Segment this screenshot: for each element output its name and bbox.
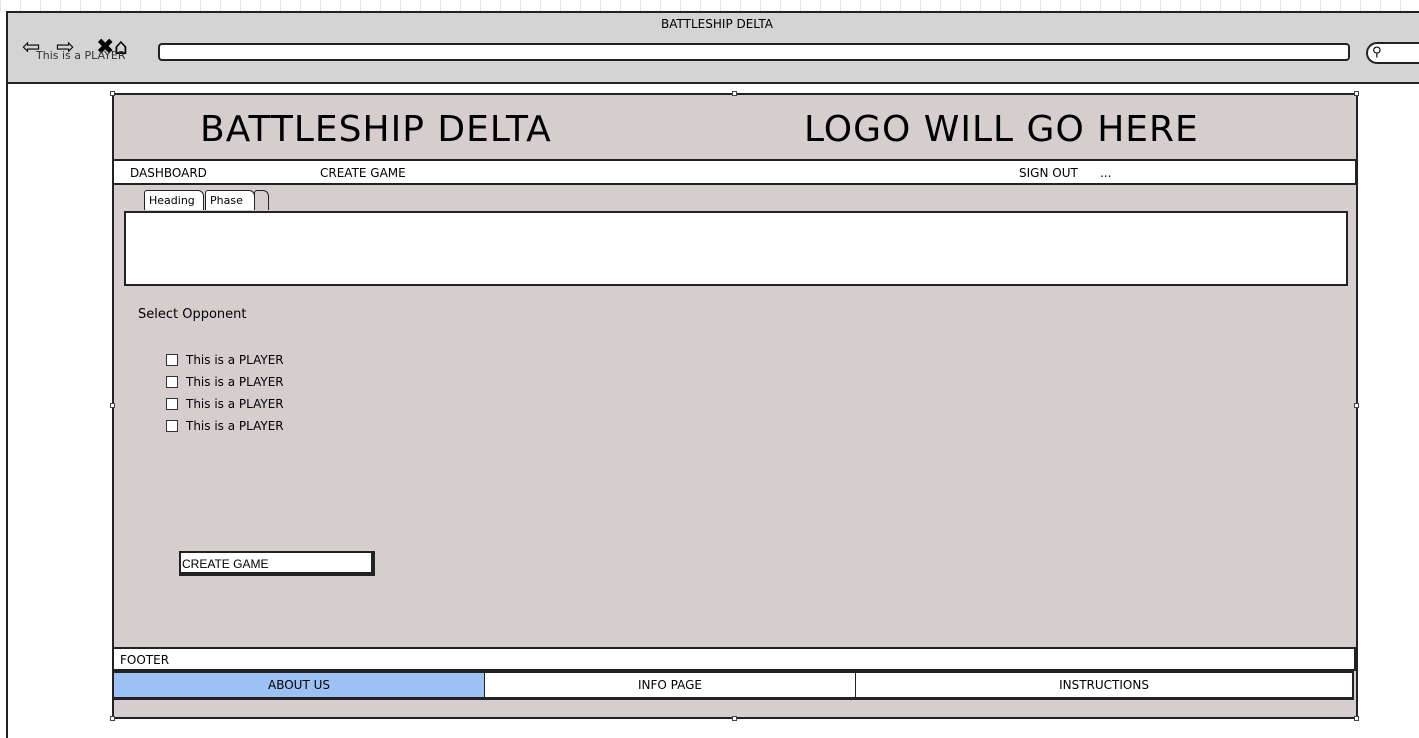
footer-label: FOOTER [120, 653, 170, 667]
app-page: BATTLESHIP DELTA LOGO WILL GO HERE DASHB… [112, 93, 1358, 719]
player-option[interactable]: This is a PLAYER [166, 415, 284, 437]
player-checkbox[interactable] [166, 420, 178, 432]
footer: FOOTER [114, 647, 1356, 671]
url-bar[interactable] [158, 43, 1350, 61]
selection-handle [110, 91, 115, 96]
browser-titlebar: BATTLESHIP DELTA ⇦ ⇨ ✖ ⌂ This is a PLAYE… [8, 13, 1419, 84]
tab-blank[interactable] [254, 190, 269, 210]
player-option[interactable]: This is a PLAYER [166, 371, 284, 393]
player-label: This is a PLAYER [186, 375, 284, 389]
player-checkbox[interactable] [166, 354, 178, 366]
selection-handle [1354, 91, 1359, 96]
selection-handle [732, 716, 737, 721]
app-title: BATTLESHIP DELTA [200, 109, 552, 150]
footer-instructions-link[interactable]: INSTRUCTIONS [856, 673, 1352, 697]
footer-info-page-link[interactable]: INFO PAGE [485, 673, 856, 697]
player-option[interactable]: This is a PLAYER [166, 393, 284, 415]
overlapping-player-label: This is a PLAYER [36, 49, 126, 62]
logo-placeholder: LOGO WILL GO HERE [804, 109, 1199, 150]
create-game-button[interactable]: CREATE GAME [179, 551, 375, 576]
search-box[interactable]: ⚲ [1366, 42, 1419, 64]
tab-panel [124, 211, 1348, 286]
nav-more-link[interactable]: ... [1100, 166, 1111, 180]
player-label: This is a PLAYER [186, 419, 284, 433]
tab-phase[interactable]: Phase [205, 190, 255, 210]
player-option[interactable]: This is a PLAYER [166, 349, 284, 371]
footer-nav: ABOUT US INFO PAGE INSTRUCTIONS [114, 671, 1354, 700]
selection-handle [732, 91, 737, 96]
nav-dashboard-link[interactable]: DASHBOARD [130, 166, 207, 180]
player-checkbox[interactable] [166, 398, 178, 410]
magnifier-icon: ⚲ [1372, 45, 1382, 60]
window-title: BATTLESHIP DELTA [661, 17, 773, 31]
selection-handle [1354, 716, 1359, 721]
selection-handle [110, 403, 115, 408]
player-label: This is a PLAYER [186, 353, 284, 367]
main-nav: DASHBOARD CREATE GAME SIGN OUT ... [114, 159, 1357, 185]
nav-create-game-link[interactable]: CREATE GAME [320, 166, 406, 180]
select-opponent-label: Select Opponent [138, 307, 247, 322]
player-list: This is a PLAYER This is a PLAYER This i… [166, 349, 284, 437]
tab-heading[interactable]: Heading [144, 190, 204, 210]
nav-sign-out-link[interactable]: SIGN OUT [1019, 166, 1078, 180]
selection-handle [1354, 403, 1359, 408]
selection-handle [110, 716, 115, 721]
footer-about-us-link[interactable]: ABOUT US [114, 673, 485, 697]
player-label: This is a PLAYER [186, 397, 284, 411]
player-checkbox[interactable] [166, 376, 178, 388]
